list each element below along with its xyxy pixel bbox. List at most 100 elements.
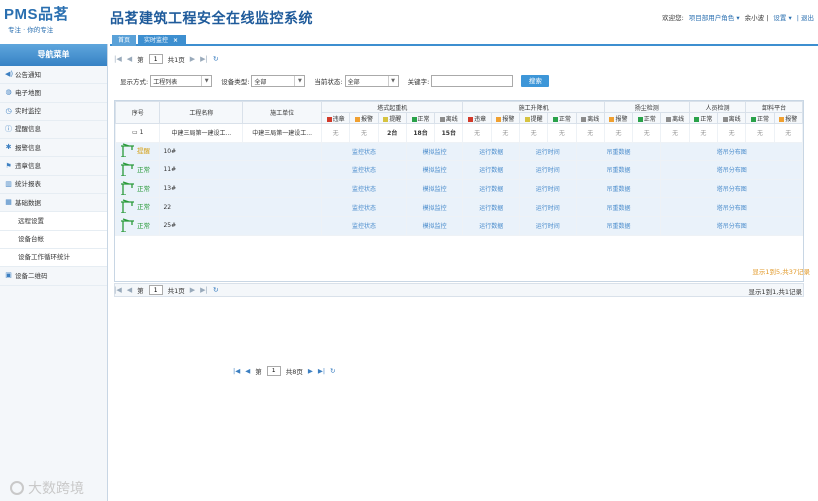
system-title: 品茗建筑工程安全在线监控系统 [110,11,313,27]
role-dropdown[interactable]: 项目部用户角色 ▾ [689,12,740,22]
display-mode-value: 工程列表 [153,78,178,86]
row-link-0[interactable]: 监控状态 [321,215,407,236]
first-page-icon[interactable]: |◀ [233,367,240,375]
page-input[interactable] [148,285,163,295]
prev-page-icon[interactable]: ◀ [127,286,132,294]
subheader-label: 提醒 [389,115,402,123]
logout-link[interactable]: | 退出 [797,12,814,22]
summary-row[interactable]: ▭ 1 中建三局第一建设工... 中建三局第一建设工... 无无 2台 18台 15台无无无… [114,123,804,143]
row-link-5[interactable]: 塔吊分布图 [660,160,803,180]
col-subheader: 正常 [745,112,775,124]
prev-page-icon[interactable]: ◀ [245,367,250,375]
col-subheader: 报警 [490,112,521,124]
sidebar-item-4[interactable]: ✱ 报警信息 [0,139,107,158]
next-page-icon[interactable]: ▶ [308,367,313,375]
search-button[interactable]: 搜索 [521,75,550,87]
row-link-0[interactable]: 监控状态 [321,197,407,217]
row-link-3[interactable]: 运行时间 [519,141,577,162]
summary-unit: 中建三局第一建设工... [242,123,323,143]
sidebar-item-10[interactable]: 设备工作循环统计 [0,248,107,268]
expand-icon[interactable]: ▭ [132,129,138,136]
status-swatch [779,116,785,122]
last-page-icon[interactable]: ▶| [318,367,325,375]
row-link-4[interactable]: 吊重数据 [575,197,662,217]
row-link-3[interactable]: 运行时间 [519,197,577,217]
status-select[interactable]: 全部 ▼ [344,75,399,87]
sidebar-item-8[interactable]: 远程设置 [0,212,107,231]
refresh-icon[interactable]: ↻ [330,367,335,375]
row-link-1[interactable]: 模拟监控 [405,215,464,236]
row-link-3[interactable]: 运行时间 [519,178,577,199]
close-icon[interactable]: × [173,37,178,44]
sidebar-item-7[interactable]: ▦ 基础数据 [0,194,107,213]
sidebar-item-6[interactable]: ▥ 统计报表 [0,176,107,195]
subheader-label: 报警 [785,115,798,123]
row-link-1[interactable]: 模拟监控 [405,141,464,162]
row-link-5[interactable]: 塔吊分布图 [660,197,803,217]
subheader-label: 离线 [445,115,458,123]
settings-dropdown[interactable]: 设置 ▾ [773,12,791,22]
status-swatch [383,116,389,122]
crane-status: 正常 [137,165,150,174]
crane-name: 13# [159,178,323,199]
sidebar-item-label: 实时监控 [15,107,41,116]
row-link-3[interactable]: 运行时间 [519,215,577,236]
summary-count: 无 [717,123,747,143]
tab-realtime-monitor[interactable]: 实时监控 × [138,35,186,46]
subheader-label: 违章 [332,115,345,123]
sidebar-item-9[interactable]: 设备台帐 [0,230,107,249]
row-link-0[interactable]: 监控状态 [321,141,407,162]
refresh-icon[interactable]: ↻ [213,286,219,294]
page-label: 第 [137,287,144,295]
row-link-1[interactable]: 模拟监控 [405,178,464,199]
row-link-5[interactable]: 塔吊分布图 [660,178,803,199]
sidebar-item-0[interactable]: ◀) 公告通知 [0,66,107,85]
page-input[interactable] [266,366,281,376]
summary-index: ▭ 1 [114,123,161,143]
prev-page-icon[interactable]: ◀ [127,55,132,63]
row-link-4[interactable]: 吊重数据 [575,215,662,236]
row-link-2[interactable]: 运行数据 [462,141,521,162]
keyword-input[interactable] [431,75,514,87]
tab-home[interactable]: 首页 [112,35,136,46]
row-link-3[interactable]: 运行时间 [519,160,577,180]
row-link-1[interactable]: 模拟监控 [405,160,464,180]
row-link-0[interactable]: 监控状态 [321,160,407,180]
row-link-5[interactable]: 塔吊分布图 [660,215,803,236]
col-subheader: 离线 [717,112,747,124]
row-link-0[interactable]: 监控状态 [321,178,407,199]
page-label: 第 [255,368,262,376]
row-link-2[interactable]: 运行数据 [462,197,521,217]
row-link-2[interactable]: 运行数据 [462,160,521,180]
sidebar-item-11[interactable]: ▣ 设备二维码 [0,267,107,286]
page-input[interactable] [148,54,163,64]
warning-icon: ⚑ [5,161,12,170]
row-link-4[interactable]: 吊重数据 [575,160,662,180]
summary-count: 无 [490,123,521,143]
refresh-icon[interactable]: ↻ [213,55,219,63]
crane-status: 正常 [137,221,150,230]
project-table: 序号 工程名称 施工单位 塔式起重机 施工升降机 扬尘检测 人员检测 卸料平台 违章 报警 提醒 正常… [114,101,804,236]
row-link-4[interactable]: 吊重数据 [575,141,662,162]
last-page-icon[interactable]: ▶| [200,55,208,63]
device-type-select[interactable]: 全部 ▼ [251,75,306,87]
sidebar-item-2[interactable]: ◷ 实时监控 [0,103,107,121]
first-page-icon[interactable]: |◀ [114,55,122,63]
row-link-2[interactable]: 运行数据 [462,178,521,199]
next-page-icon[interactable]: ▶ [190,55,195,63]
subheader-label: 离线 [672,115,685,123]
first-page-icon[interactable]: |◀ [114,286,122,294]
sidebar-item-5[interactable]: ⚑ 违章信息 [0,157,107,176]
sidebar-item-1[interactable]: ◍ 电子地图 [0,84,107,103]
summary-count: 无 [462,123,492,143]
table-row: 正常 11# 监控状态 模拟监控 运行数据 运行时间 吊重数据 塔吊分布图 [114,160,803,180]
display-mode-select[interactable]: 工程列表 ▼ [150,75,213,87]
next-page-icon[interactable]: ▶ [190,286,195,294]
row-link-4[interactable]: 吊重数据 [575,178,662,199]
sidebar-item-3[interactable]: ⓘ 提醒信息 [0,121,107,140]
row-link-5[interactable]: 塔吊分布图 [660,141,803,162]
row-link-2[interactable]: 运行数据 [462,215,521,236]
status-swatch [694,116,700,122]
last-page-icon[interactable]: ▶| [200,286,208,294]
row-link-1[interactable]: 模拟监控 [405,197,464,217]
